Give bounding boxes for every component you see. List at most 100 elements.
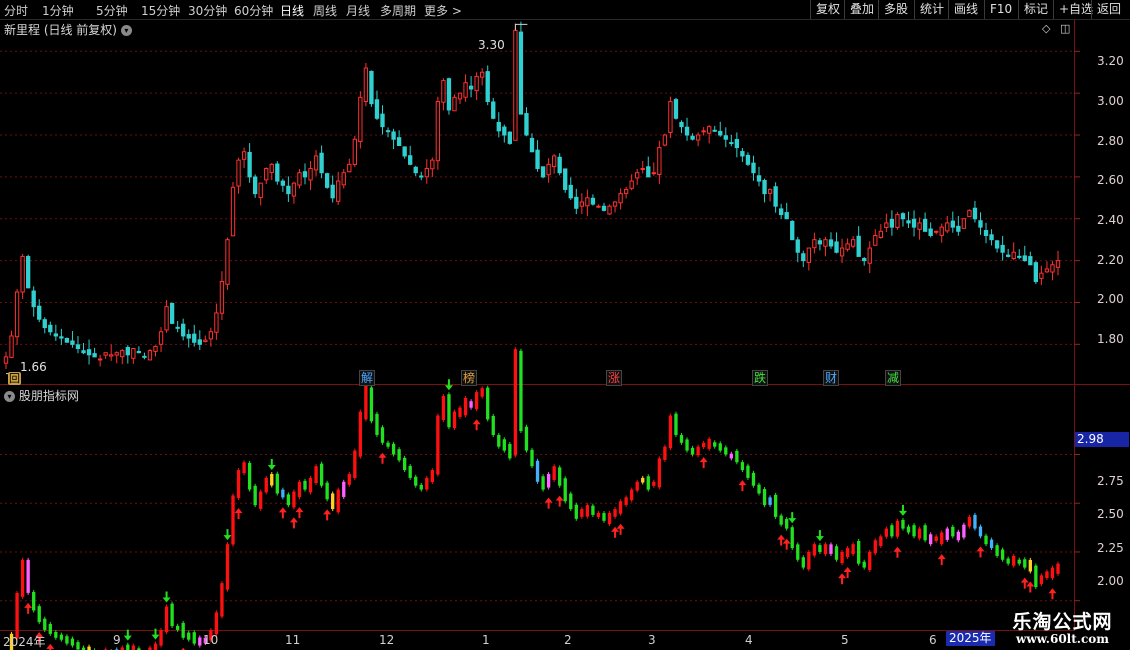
candle-body <box>518 31 524 115</box>
candle-body <box>579 201 584 207</box>
candle-body <box>911 218 917 228</box>
candle-body <box>745 154 751 165</box>
candle-body <box>817 240 823 245</box>
chevron-down-icon[interactable]: ▾ <box>4 391 15 402</box>
candle-body <box>945 222 950 232</box>
candle-body <box>236 159 241 187</box>
event-tag-fall[interactable]: 跌 <box>752 370 768 386</box>
candle-body <box>795 239 800 253</box>
sell-arrow <box>151 628 160 640</box>
event-tag-unlock[interactable]: 解 <box>359 370 375 386</box>
candle-body <box>878 230 883 239</box>
candle-body <box>214 312 219 333</box>
candle-body <box>181 323 186 337</box>
candle-body <box>402 146 407 157</box>
candle-body <box>441 80 446 103</box>
sell-arrow <box>162 591 171 603</box>
candle-body <box>109 354 114 357</box>
candle-body <box>363 67 369 103</box>
year-2025-label: 2025年 <box>946 631 995 646</box>
candle-body <box>92 353 97 358</box>
candle-body <box>673 99 679 119</box>
candle-body <box>867 247 872 264</box>
buy-arrow <box>616 523 625 535</box>
candle-body <box>928 228 933 236</box>
date-label: 9 <box>113 633 121 647</box>
candle-body <box>369 70 374 105</box>
watermark-url: www.60lt.com <box>1016 632 1109 646</box>
candle-body <box>424 168 429 178</box>
candle-body <box>1033 262 1039 283</box>
candle-body <box>690 135 695 140</box>
price-tick: 1.80 <box>1097 332 1124 346</box>
candle-body <box>291 182 297 197</box>
candle-body <box>14 291 20 338</box>
candle-body <box>197 339 202 345</box>
buy-arrow <box>1020 577 1029 589</box>
candle-body <box>225 239 230 285</box>
candle-body <box>341 172 346 186</box>
candle-body <box>203 339 208 343</box>
candle-body <box>684 126 690 136</box>
candle-body <box>1022 255 1027 262</box>
candle-body <box>358 96 363 143</box>
min-price-label: 1.66 <box>20 360 47 374</box>
candle-body <box>707 126 712 134</box>
candle-body <box>856 235 861 257</box>
candle-body <box>812 239 817 249</box>
candle-body <box>1044 268 1050 273</box>
indicator-tick: 2.75 <box>1097 474 1124 488</box>
sell-arrow <box>444 379 453 391</box>
candle-body <box>136 350 142 354</box>
candle-body <box>280 180 286 186</box>
candle-body <box>269 163 274 173</box>
candle-body <box>324 173 330 188</box>
date-label: 1 <box>482 633 490 647</box>
event-tag-reduce[interactable]: 减 <box>885 370 901 386</box>
candle-body <box>596 205 601 208</box>
candle-body <box>568 184 573 199</box>
candle-body <box>86 349 92 356</box>
buy-arrow <box>278 507 287 519</box>
candle-body <box>286 185 291 195</box>
event-tag-rise[interactable]: 涨 <box>606 370 622 386</box>
candle-body <box>629 180 634 189</box>
candle-body <box>31 290 36 308</box>
indicator-tick: 2.50 <box>1097 507 1124 521</box>
event-tag-finance[interactable]: 财 <box>823 370 839 386</box>
buy-arrow <box>289 517 298 529</box>
candle-body <box>42 319 47 329</box>
event-tag-list[interactable]: 榜 <box>461 370 477 386</box>
indicator-pane-title: ▾ 股朋指标网 <box>4 387 79 404</box>
price-tick: 2.80 <box>1097 134 1124 148</box>
candle-body <box>485 71 490 103</box>
candle-body <box>834 241 839 253</box>
candle-body <box>701 130 706 133</box>
candle-body <box>585 197 590 207</box>
candle-body <box>192 333 197 343</box>
price-tick: 2.60 <box>1097 173 1124 187</box>
replay-tag[interactable]: 回 <box>8 372 21 385</box>
candle-body <box>391 131 396 140</box>
sell-arrow <box>815 530 824 542</box>
candle-body <box>25 256 31 289</box>
candle-body <box>474 75 479 92</box>
date-label: 5 <box>841 633 849 647</box>
candle-body <box>408 155 413 165</box>
candle-body <box>646 166 651 178</box>
date-label: 12 <box>379 633 395 647</box>
candle-body <box>607 205 612 215</box>
candle-body <box>884 222 889 229</box>
candle-body <box>839 247 845 257</box>
candle-body <box>169 302 175 324</box>
candle-body <box>651 172 656 175</box>
candle-body <box>446 78 452 111</box>
buy-arrow <box>295 507 304 519</box>
price-tick: 2.40 <box>1097 213 1124 227</box>
candle-body <box>939 226 944 236</box>
candle-body <box>496 121 501 132</box>
candle-body <box>330 184 335 199</box>
candle-body <box>131 348 136 359</box>
date-label: 2024年 <box>3 635 46 649</box>
candle-body <box>889 218 895 228</box>
